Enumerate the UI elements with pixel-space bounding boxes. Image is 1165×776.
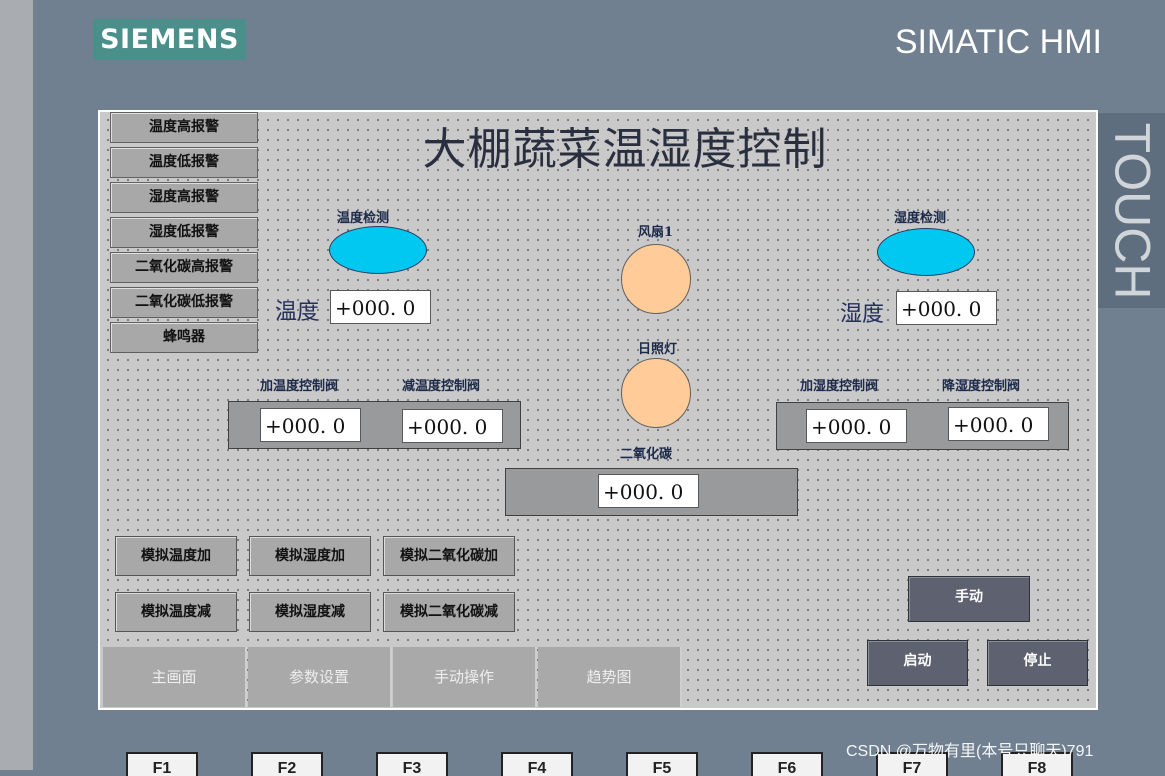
function-key-f3[interactable]: F3 bbox=[376, 752, 448, 776]
dehumidify-valve-label: 降湿度控制阀 bbox=[942, 379, 1021, 394]
function-key-f4[interactable]: F4 bbox=[501, 752, 573, 776]
tab-manual-operation[interactable]: 手动操作 bbox=[393, 647, 537, 707]
alarm-temp-high-button[interactable]: 温度高报警 bbox=[110, 112, 258, 143]
sunlight-indicator bbox=[621, 358, 691, 428]
stop-button[interactable]: 停止 bbox=[987, 640, 1088, 686]
siemens-logo: SIEMENS bbox=[93, 19, 246, 60]
humidify-valve-field: +000. 0 bbox=[806, 409, 907, 443]
function-key-f2[interactable]: F2 bbox=[251, 752, 323, 776]
sim-humidity-up-button[interactable]: 模拟湿度加 bbox=[249, 536, 371, 576]
humidity-detect-indicator bbox=[877, 228, 975, 276]
cool-valve-field: +000. 0 bbox=[402, 409, 503, 443]
cool-valve-label: 减温度控制阀 bbox=[402, 379, 481, 394]
tab-parameter-settings[interactable]: 参数设置 bbox=[248, 647, 392, 707]
sunlight-label: 日照灯 bbox=[638, 342, 678, 357]
bezel-left-strip bbox=[0, 0, 33, 770]
temp-detect-label: 温度检测 bbox=[337, 211, 390, 226]
watermark-text: CSDN @万物有里(本号只聊天)791 bbox=[846, 743, 1094, 760]
humidity-value-label: 湿度 bbox=[840, 302, 885, 327]
function-key-f1[interactable]: F1 bbox=[126, 752, 198, 776]
alarm-humidity-high-button[interactable]: 湿度高报警 bbox=[110, 182, 258, 213]
function-key-f6[interactable]: F6 bbox=[751, 752, 823, 776]
alarm-temp-low-button[interactable]: 温度低报警 bbox=[110, 147, 258, 178]
hmi-model-label: SIMATIC HMI bbox=[894, 23, 1102, 61]
fan-indicator bbox=[621, 244, 691, 314]
heat-valve-field: +000. 0 bbox=[260, 408, 361, 442]
dehumidify-valve-field: +000. 0 bbox=[948, 407, 1049, 441]
humidity-value-field: +000. 0 bbox=[896, 291, 997, 325]
co2-label: 二氧化碳 bbox=[620, 447, 673, 462]
touch-side-label: TOUCH bbox=[1098, 113, 1165, 308]
buzzer-button[interactable]: 蜂鸣器 bbox=[110, 322, 258, 353]
alarm-co2-high-button[interactable]: 二氧化碳高报警 bbox=[110, 252, 258, 283]
humidify-valve-label: 加湿度控制阀 bbox=[800, 379, 879, 394]
page-title: 大棚蔬菜温湿度控制 bbox=[422, 124, 828, 175]
sim-co2-up-button[interactable]: 模拟二氧化碳加 bbox=[383, 536, 515, 576]
tab-main-screen[interactable]: 主画面 bbox=[103, 647, 247, 707]
tab-trend-chart[interactable]: 趋势图 bbox=[538, 647, 682, 707]
fan-label: 风扇1 bbox=[638, 225, 674, 240]
start-button[interactable]: 启动 bbox=[867, 640, 968, 686]
temp-detect-indicator bbox=[329, 226, 427, 274]
sim-humidity-down-button[interactable]: 模拟湿度减 bbox=[249, 592, 371, 632]
manual-button[interactable]: 手动 bbox=[908, 576, 1030, 622]
alarm-co2-low-button[interactable]: 二氧化碳低报警 bbox=[110, 287, 258, 318]
sim-temp-down-button[interactable]: 模拟温度减 bbox=[115, 592, 237, 632]
co2-value-field: +000. 0 bbox=[598, 474, 699, 508]
temp-value-label: 温度 bbox=[275, 300, 320, 325]
sim-co2-down-button[interactable]: 模拟二氧化碳减 bbox=[383, 592, 515, 632]
temp-value-field: +000. 0 bbox=[330, 290, 431, 324]
alarm-humidity-low-button[interactable]: 湿度低报警 bbox=[110, 217, 258, 248]
humidity-detect-label: 湿度检测 bbox=[894, 211, 947, 226]
heat-valve-label: 加温度控制阀 bbox=[260, 379, 339, 394]
hmi-screen: 温度高报警 温度低报警 湿度高报警 湿度低报警 二氧化碳高报警 二氧化碳低报警 … bbox=[98, 110, 1098, 710]
function-key-f5[interactable]: F5 bbox=[626, 752, 698, 776]
sim-temp-up-button[interactable]: 模拟温度加 bbox=[115, 536, 237, 576]
